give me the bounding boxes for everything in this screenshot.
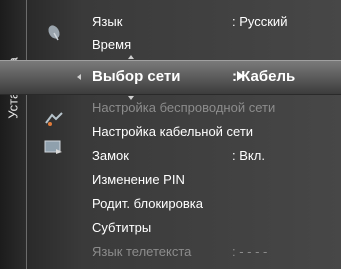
menu-item-teletext-language: Язык телетекста : - - - - xyxy=(92,240,337,262)
settings-items: Язык : Русский Время Выбор сети : Кабель… xyxy=(83,0,341,269)
menu-item-label: Время xyxy=(92,36,132,52)
icon-column xyxy=(27,0,83,269)
menu-item-value: : Вкл. xyxy=(232,147,265,163)
menu-item-label: Выбор сети xyxy=(92,67,181,85)
left-arrow-icon xyxy=(77,74,81,80)
settings-screen: Установка xyxy=(0,0,341,269)
menu-item-cable-setup[interactable]: Настройка кабельной сети xyxy=(92,120,337,142)
input-source-icon[interactable] xyxy=(43,136,65,158)
menu-item-change-pin[interactable]: Изменение PIN xyxy=(92,168,337,190)
right-arrow-icon[interactable] xyxy=(237,71,244,81)
menu-item-label: Изменение PIN xyxy=(92,171,185,187)
menu-item-label: Настройка беспроводной сети xyxy=(92,99,276,115)
menu-item-wireless-setup: Настройка беспроводной сети xyxy=(92,96,337,118)
menu-item-label: Настройка кабельной сети xyxy=(92,123,254,139)
menu-item-parental-lock[interactable]: Родит. блокировка xyxy=(92,192,337,214)
menu-item-label: Замок xyxy=(92,147,129,163)
menu-item-time[interactable]: Время xyxy=(92,33,337,55)
menu-item-value: : Русский xyxy=(232,13,288,29)
menu-item-label: Язык телетекста xyxy=(92,243,192,259)
menu-item-language[interactable]: Язык : Русский xyxy=(92,10,337,32)
menu-item-label: Субтитры xyxy=(92,219,152,235)
menu-item-subtitles[interactable]: Субтитры xyxy=(92,216,337,238)
satellite-dish-icon[interactable] xyxy=(43,22,65,44)
category-rail: Установка xyxy=(0,0,27,269)
menu-item-label: Язык xyxy=(92,13,123,29)
menu-item-value: : - - - - xyxy=(232,243,268,259)
menu-item-lock[interactable]: Замок : Вкл. xyxy=(92,144,337,166)
menu-item-network-select[interactable]: Выбор сети : Кабель xyxy=(92,65,337,87)
menu-item-label: Родит. блокировка xyxy=(92,195,203,211)
signal-icon[interactable] xyxy=(43,108,65,130)
